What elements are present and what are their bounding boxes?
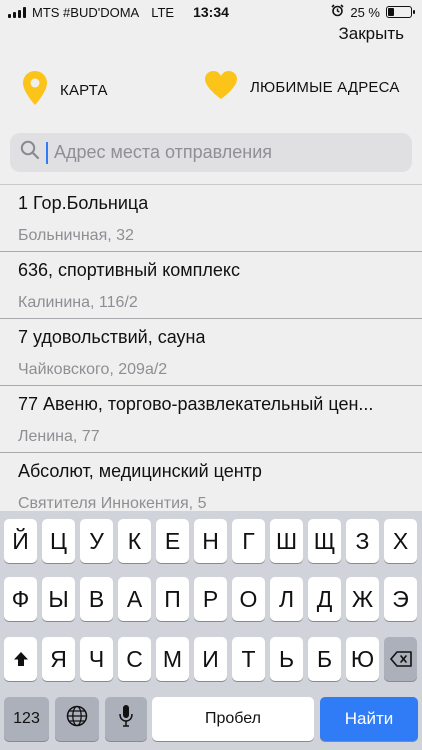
key-Р[interactable]: Р	[194, 577, 227, 621]
key-Ю[interactable]: Ю	[346, 637, 379, 681]
place-address: Калинина, 116/2	[18, 294, 138, 311]
battery-fill	[388, 8, 394, 16]
place-name: Абсолют, медицинский центр	[18, 461, 262, 481]
key-З[interactable]: З	[346, 519, 379, 563]
map-label: КАРТА	[60, 82, 108, 99]
space-key[interactable]: Пробел	[152, 697, 314, 741]
shift-arrow-icon	[13, 646, 29, 673]
backspace-icon	[389, 646, 412, 673]
key-О[interactable]: О	[232, 577, 265, 621]
search-icon	[20, 140, 40, 165]
key-Ь[interactable]: Ь	[270, 637, 303, 681]
key-Щ[interactable]: Щ	[308, 519, 341, 563]
key-А[interactable]: А	[118, 577, 151, 621]
list-item[interactable]: 636, спортивный комплекс Калинина, 116/2	[0, 252, 422, 319]
battery-percent: 25 %	[350, 4, 380, 20]
close-button[interactable]: Закрыть	[339, 24, 404, 44]
key-М[interactable]: М	[156, 637, 189, 681]
globe-icon	[66, 705, 88, 733]
microphone-icon	[118, 704, 134, 734]
key-В[interactable]: В	[80, 577, 113, 621]
key-Е[interactable]: Е	[156, 519, 189, 563]
place-name: 77 Авеню, торгово-развлекательный цен...	[18, 394, 374, 414]
go-key[interactable]: Найти	[320, 697, 418, 741]
key-Ф[interactable]: Ф	[4, 577, 37, 621]
favorites-button[interactable]: ЛЮБИМЫЕ АДРЕСА	[204, 70, 400, 105]
globe-key[interactable]	[55, 697, 99, 741]
key-Б[interactable]: Б	[308, 637, 341, 681]
key-С[interactable]: С	[118, 637, 151, 681]
text-cursor	[46, 141, 48, 164]
list-item[interactable]: 77 Авеню, торгово-развлекательный цен...…	[0, 386, 422, 453]
key-У[interactable]: У	[80, 519, 113, 563]
status-bar: MTS #BUD'DOMA LTE 13:34 25 %	[0, 0, 422, 24]
key-Ы[interactable]: Ы	[42, 577, 75, 621]
shift-key[interactable]	[4, 637, 37, 681]
key-Л[interactable]: Л	[270, 577, 303, 621]
search-bar[interactable]	[10, 133, 412, 172]
favorites-label: ЛЮБИМЫЕ АДРЕСА	[250, 79, 400, 96]
list-item[interactable]: 1 Гор.Больница Больничная, 32	[0, 185, 422, 252]
place-name: 1 Гор.Больница	[18, 193, 149, 213]
numbers-key[interactable]: 123	[4, 697, 49, 741]
key-Й[interactable]: Й	[4, 519, 37, 563]
key-Я[interactable]: Я	[42, 637, 75, 681]
heart-icon	[204, 70, 238, 105]
keyboard: Й Ц У К Е Н Г Ш Щ З Х Ф Ы В А П Р О Л Д …	[0, 511, 422, 750]
key-Ц[interactable]: Ц	[42, 519, 75, 563]
list-item[interactable]: 7 удовольствий, сауна Чайковского, 209а/…	[0, 319, 422, 386]
place-address: Чайковского, 209а/2	[18, 361, 168, 378]
key-Г[interactable]: Г	[232, 519, 265, 563]
key-П[interactable]: П	[156, 577, 189, 621]
key-К[interactable]: К	[118, 519, 151, 563]
alarm-icon	[331, 4, 344, 20]
key-Д[interactable]: Д	[308, 577, 341, 621]
list-item[interactable]: Абсолют, медицинский центр Святителя Инн…	[0, 453, 422, 515]
battery-icon	[386, 6, 415, 18]
key-Ч[interactable]: Ч	[80, 637, 113, 681]
status-right: 25 %	[331, 4, 415, 20]
key-Х[interactable]: Х	[384, 519, 417, 563]
key-Т[interactable]: Т	[232, 637, 265, 681]
backspace-key[interactable]	[384, 637, 417, 681]
place-name: 636, спортивный комплекс	[18, 260, 241, 280]
key-Н[interactable]: Н	[194, 519, 227, 563]
place-address: Ленина, 77	[18, 428, 100, 445]
quick-actions: КАРТА ЛЮБИМЫЕ АДРЕСА	[0, 70, 422, 114]
key-Ж[interactable]: Ж	[346, 577, 379, 621]
key-И[interactable]: И	[194, 637, 227, 681]
key-Э[interactable]: Э	[384, 577, 417, 621]
place-address: Больничная, 32	[18, 227, 134, 244]
map-button[interactable]: КАРТА	[22, 70, 108, 111]
key-Ш[interactable]: Ш	[270, 519, 303, 563]
search-input[interactable]	[54, 142, 394, 163]
map-pin-icon	[22, 70, 48, 111]
place-name: 7 удовольствий, сауна	[18, 327, 206, 347]
dictation-key[interactable]	[105, 697, 147, 741]
results-list: 1 Гор.Больница Больничная, 32 636, спорт…	[0, 185, 422, 515]
